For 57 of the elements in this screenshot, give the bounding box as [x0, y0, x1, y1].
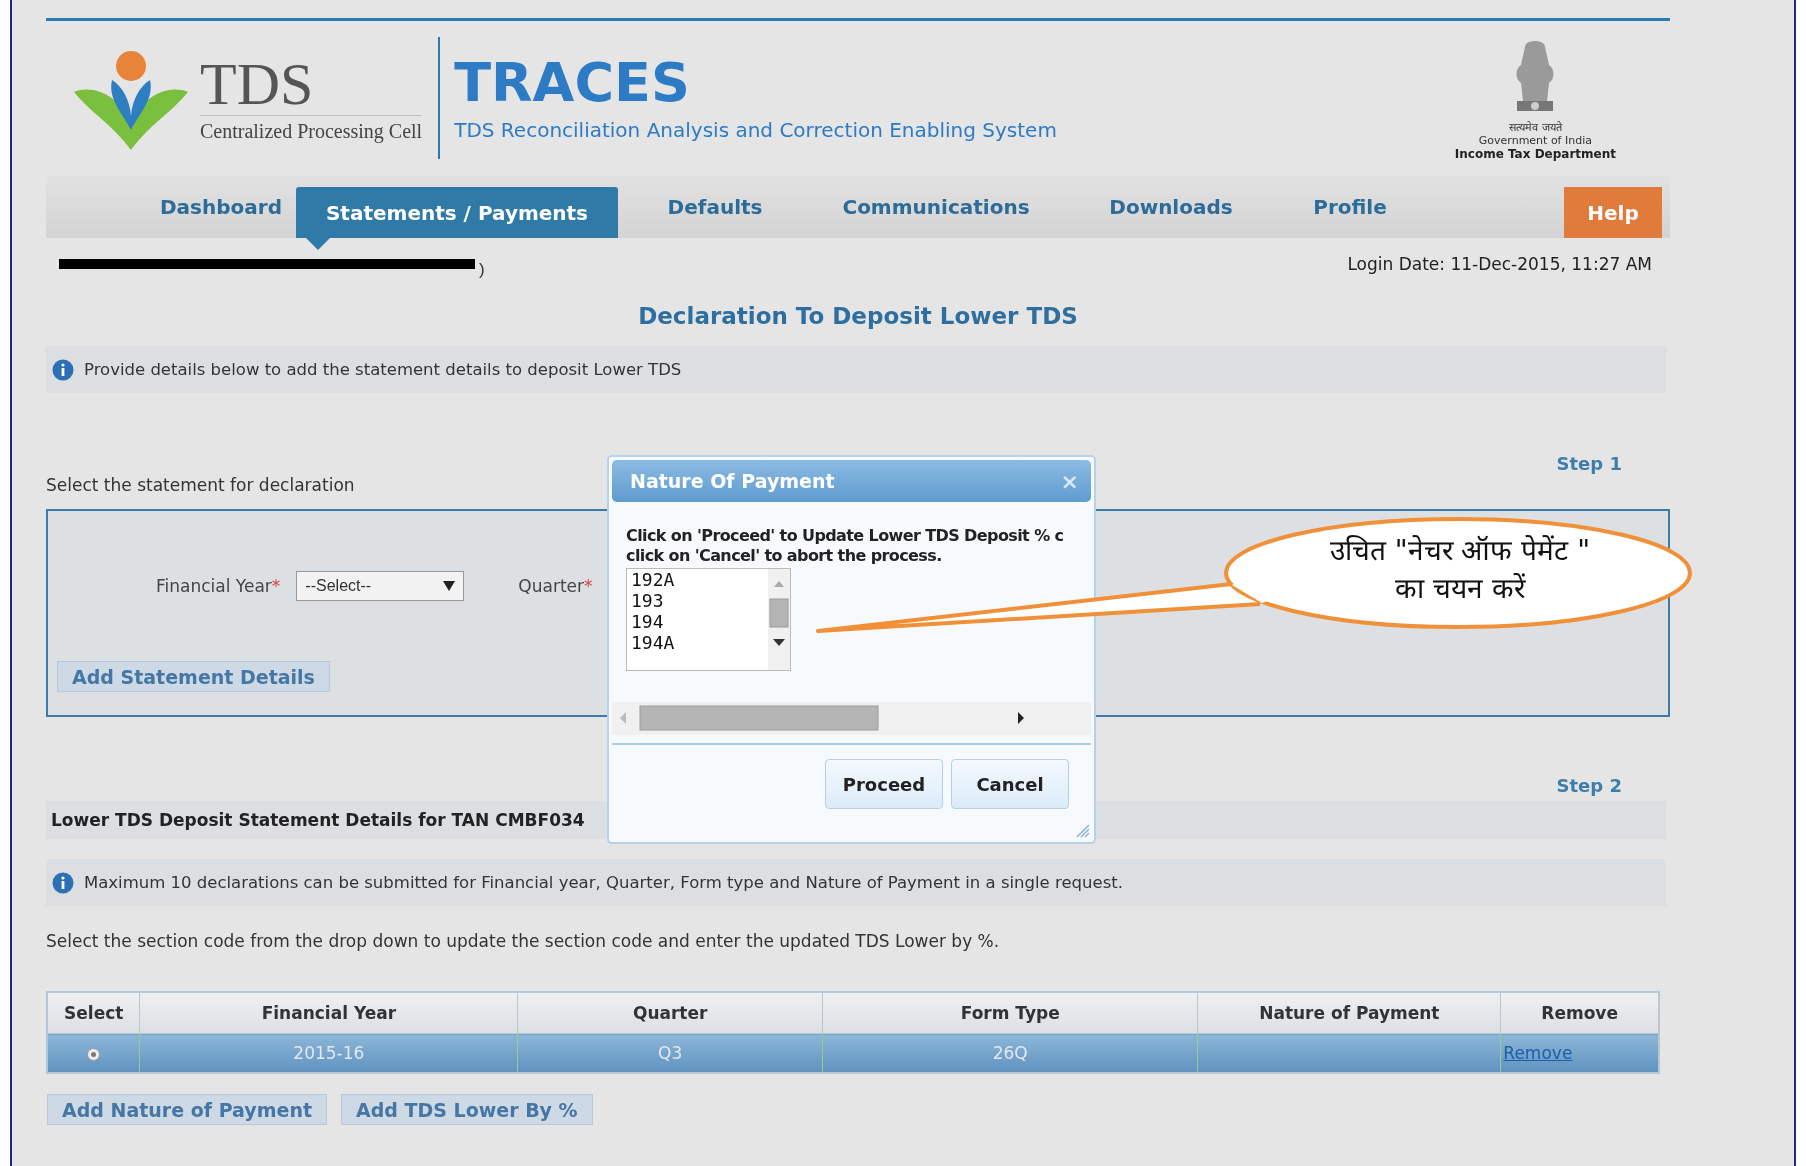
info-icon [52, 358, 74, 381]
info-icon [52, 871, 74, 894]
horizontal-scrollbar[interactable] [612, 702, 1091, 735]
column-header: Form Type [822, 992, 1198, 1034]
list-option[interactable]: 194 [631, 611, 768, 632]
dialog-message: Click on 'Proceed' to Update Lower TDS Deposit % c [626, 526, 1064, 546]
section-heading: Lower TDS Deposit Statement Details for TAN CMBF034 [51, 810, 585, 830]
government-label: Government of India [1478, 134, 1592, 147]
column-header: Select [47, 992, 140, 1034]
page-title: Declaration To Deposit Lower TDS [637, 302, 1079, 331]
table-cell: 2015-16 [293, 1043, 365, 1063]
dialog-message: click on 'Cancel' to abort the process. [626, 546, 942, 566]
column-header: Remove [1500, 992, 1659, 1034]
list-option[interactable]: 192A [631, 569, 768, 590]
nav-tab[interactable]: Defaults [618, 175, 812, 238]
list-option[interactable]: 194A [631, 632, 768, 653]
add-statement-button[interactable]: Add Statement Details [57, 661, 330, 692]
cancel-button[interactable]: Cancel [951, 759, 1069, 809]
app-tagline: TDS Reconciliation Analysis and Correction Enabling System [454, 118, 1057, 142]
table-cell: 26Q [992, 1043, 1028, 1063]
info-text: Maximum 10 declarations can be submitted for Financial year, Quarter, Form type and Nature of Payment in a single request. [84, 873, 1123, 892]
department-label: Income Tax Department [1454, 147, 1616, 161]
proceed-button[interactable]: Proceed [825, 759, 943, 809]
financial-year-select[interactable]: --Select-- [296, 571, 465, 601]
login-date: Login Date: 11-Dec-2015, 11:27 AM [1347, 254, 1652, 274]
field-label: Financial Year [156, 576, 272, 596]
app-name: TRACES [454, 54, 691, 112]
nav-tab[interactable]: Dashboard [146, 175, 296, 238]
welcome-text: ) [479, 260, 485, 280]
step-label: Step 1 [1556, 453, 1622, 475]
emblem-motto: सत्यमेव जयते [1509, 120, 1562, 134]
section-prompt: Select the statement for declaration [46, 475, 355, 495]
row-radio[interactable] [87, 1047, 101, 1061]
column-header: Financial Year [139, 992, 518, 1034]
field-label: Quarter [518, 576, 585, 596]
info-text: Provide details below to add the statement details to deposit Lower TDS [84, 360, 682, 379]
list-option[interactable]: 193 [631, 590, 768, 611]
logo-subtitle: Centralized Processing Cell [200, 115, 423, 143]
instruction-text: Select the section code from the drop down to update the section code and enter the updated TDS Lower by %. [46, 931, 1000, 951]
dropdown-arrow-icon [443, 581, 456, 591]
column-header: Nature of Payment [1197, 992, 1501, 1034]
required-mark: * [271, 576, 281, 596]
add-nature-of-payment-button[interactable]: Add Nature of Payment [47, 1094, 327, 1125]
table-cell: Q3 [658, 1043, 683, 1063]
nav-tab[interactable]: Profile [1282, 175, 1418, 238]
add-tds-lower-button[interactable]: Add TDS Lower By % [341, 1094, 593, 1125]
callout-text: उचित "नेचर ऑफ पेमेंट " का चयन करें [1328, 533, 1592, 607]
required-mark: * [584, 576, 593, 596]
nature-of-payment-listbox[interactable]: 192A 193 194 194A [626, 568, 791, 671]
dialog-title: Nature Of Payment [630, 470, 835, 492]
resize-grip-icon[interactable] [1076, 824, 1090, 838]
logo-text: TDS [200, 53, 315, 115]
step-label: Step 2 [1556, 775, 1622, 798]
help-button[interactable]: Help [1564, 187, 1662, 238]
column-header: Quarter [517, 992, 823, 1034]
nav-tab[interactable]: Downloads [1060, 175, 1282, 238]
nav-tab[interactable]: Communications [812, 175, 1060, 238]
